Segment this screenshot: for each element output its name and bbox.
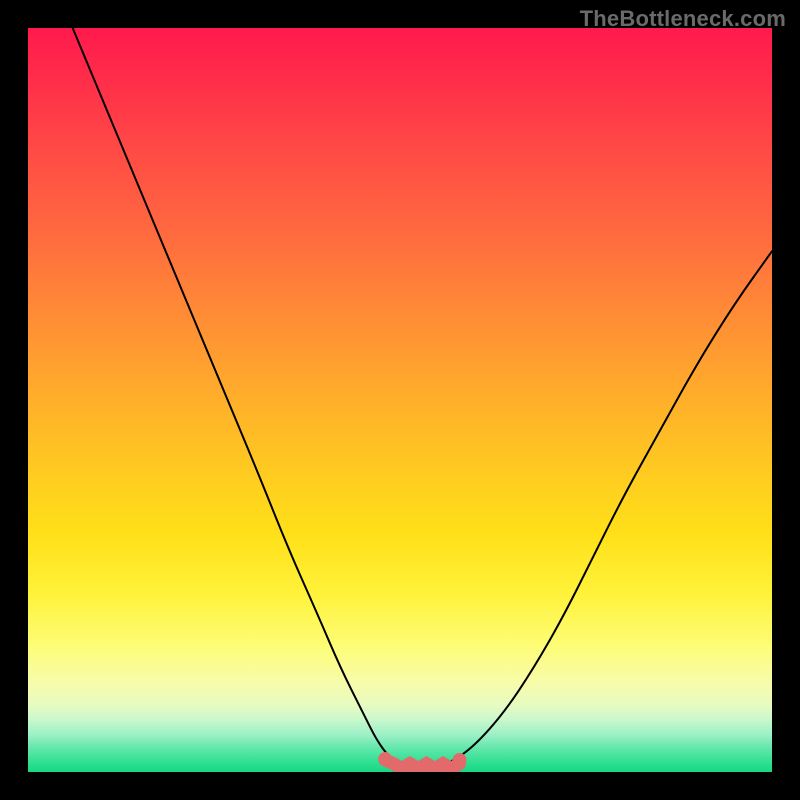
flat-bottom-marker xyxy=(385,760,459,769)
bottleneck-curve xyxy=(73,28,772,768)
plot-area xyxy=(28,28,772,772)
flat-marker-end-right xyxy=(453,753,467,767)
flat-marker-end-left xyxy=(378,752,392,766)
watermark-text: TheBottleneck.com xyxy=(580,6,786,32)
curve-layer xyxy=(28,28,772,772)
chart-frame: TheBottleneck.com xyxy=(0,0,800,800)
